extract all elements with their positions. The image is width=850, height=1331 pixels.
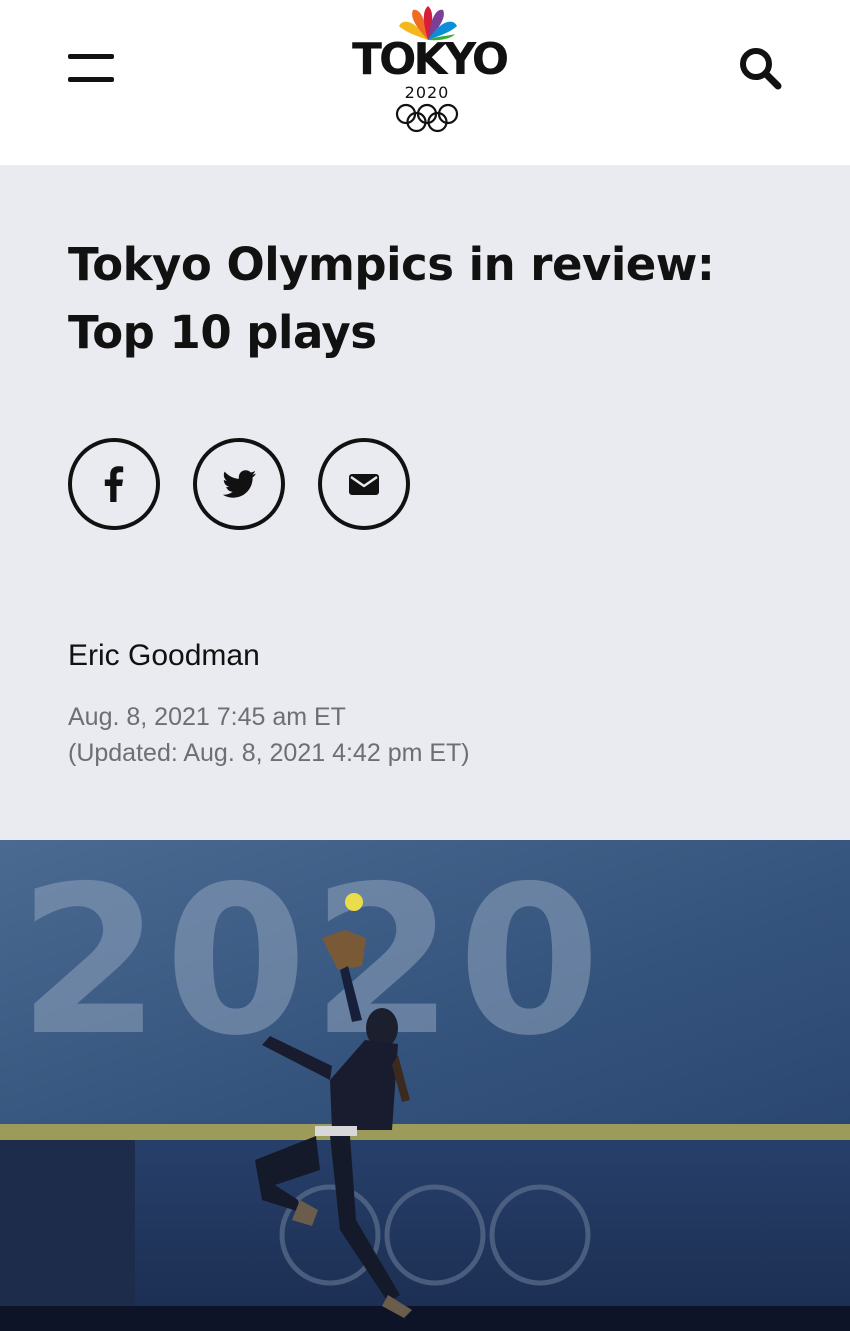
updated-date: (Updated: Aug. 8, 2021 4:42 pm ET) [68, 739, 470, 767]
menu-bar-bottom [68, 77, 114, 82]
olympic-rings-icon [395, 103, 459, 133]
facebook-icon [104, 466, 124, 502]
email-icon [349, 474, 379, 495]
article-header: Tokyo Olympics in review: Top 10 plays E… [0, 165, 850, 840]
twitter-icon [222, 470, 256, 498]
hamburger-menu-icon[interactable] [68, 54, 114, 84]
wall-2020-text: 2020 [18, 843, 605, 1081]
logo-year: 2020 [404, 83, 450, 102]
menu-bar-top [68, 54, 114, 59]
email-share-button[interactable] [318, 438, 410, 530]
twitter-share-button[interactable] [193, 438, 285, 530]
article-title: Tokyo Olympics in review: Top 10 plays [68, 238, 715, 359]
facebook-share-button[interactable] [68, 438, 160, 530]
tokyo-2020-logo[interactable]: TOKYO 2020 [352, 6, 509, 136]
published-date: Aug. 8, 2021 7:45 am ET [68, 703, 346, 731]
search-icon[interactable] [736, 44, 784, 92]
hero-photo: 2020 [0, 840, 850, 1331]
softball-catch-photo: 2020 [0, 840, 850, 1331]
article-author[interactable]: Eric Goodman [68, 638, 260, 674]
logo-wordmark: TOKYO [352, 34, 509, 85]
site-header: TOKYO 2020 [0, 0, 850, 165]
